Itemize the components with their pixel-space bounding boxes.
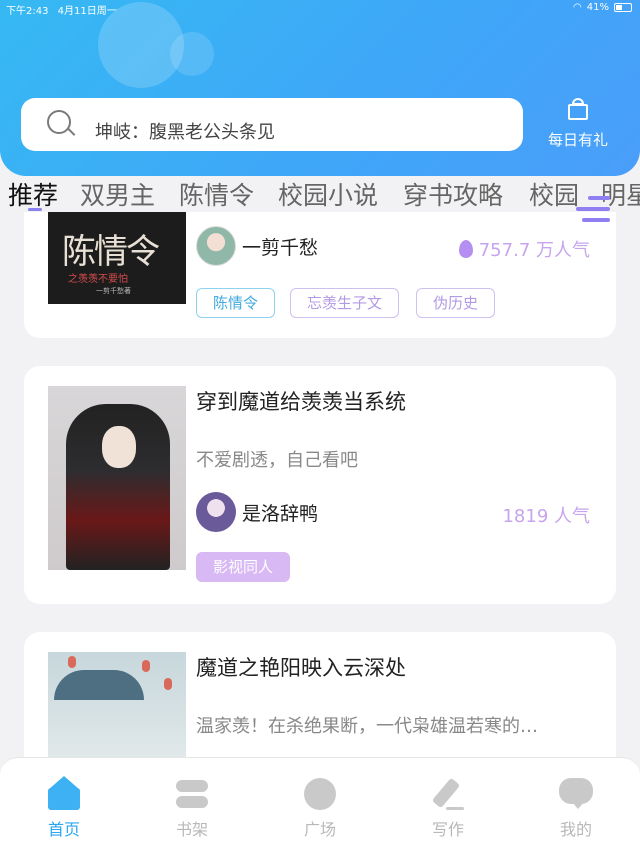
cover-title: 陈情令: [62, 232, 160, 272]
popularity: 1819 人气: [502, 502, 590, 528]
nav-home[interactable]: 首页: [24, 776, 104, 840]
tab-transmigration[interactable]: 穿书攻略: [403, 176, 503, 212]
nav-bookshelf[interactable]: 书架: [152, 776, 232, 840]
nav-square[interactable]: 广场: [280, 776, 360, 840]
battery-icon: [614, 3, 632, 12]
tag[interactable]: 陈情令: [196, 288, 276, 318]
menu-icon[interactable]: [576, 190, 610, 228]
battery-percent: 41%: [586, 2, 609, 13]
bookshelf-icon: [174, 776, 210, 812]
nav-label: 广场: [303, 820, 336, 839]
decor-bubble: [170, 32, 214, 76]
tab-campus[interactable]: 校园: [529, 176, 579, 212]
gift-icon: [567, 98, 589, 120]
book-author[interactable]: 一剪千愁: [196, 226, 318, 266]
tag[interactable]: 影视同人: [196, 552, 291, 582]
status-time: 下午2:43: [6, 6, 49, 17]
nav-label: 我的: [559, 820, 592, 839]
home-icon: [46, 776, 82, 812]
tab-chenqingling[interactable]: 陈情令: [179, 176, 254, 212]
book-title: 穿到魔道给羡羡当系统: [196, 390, 406, 414]
active-tab-indicator: [28, 208, 42, 211]
tab-recommend[interactable]: 推荐: [8, 176, 58, 212]
status-bar: 下午2:43 4月11日周一 ◠ 41%: [0, 0, 640, 17]
tag[interactable]: 伪历史: [416, 288, 496, 318]
popularity: 757.7 万人气: [458, 236, 590, 262]
popularity-value: 1819 人气: [502, 506, 590, 527]
avatar: [196, 226, 236, 266]
nav-write[interactable]: 写作: [408, 776, 488, 840]
daily-gift-button[interactable]: 每日有礼: [536, 98, 620, 154]
bottom-nav: 首页 书架 广场 写作 我的: [0, 757, 640, 853]
pen-icon: [430, 776, 466, 812]
search-icon: [47, 109, 77, 140]
popularity-value: 757.7 万人气: [478, 240, 590, 261]
book-description: 不爱剧透，自己看吧: [196, 450, 358, 471]
book-title: 魔道之艳阳映入云深处: [196, 656, 406, 680]
tab-double-male[interactable]: 双男主: [80, 176, 155, 212]
book-card[interactable]: 陈情令 之羡羡不要怕 一剪千愁著 一剪千愁 757.7 万人气 陈情令 忘羡生子…: [24, 196, 616, 338]
book-description: 温家羡！在杀绝果断，一代枭雄温若寒的…: [196, 716, 538, 737]
book-author[interactable]: 是洛辞鸭: [196, 492, 318, 532]
status-right: ◠ 41%: [573, 2, 632, 13]
nav-label: 写作: [431, 820, 464, 839]
tab-campus-novel[interactable]: 校园小说: [278, 176, 378, 212]
planet-icon: [302, 776, 338, 812]
search-bar[interactable]: 坤岐：腹黑老公头条见: [21, 98, 523, 151]
book-card[interactable]: 穿到魔道给羡羡当系统 不爱剧透，自己看吧 是洛辞鸭 1819 人气 影视同人: [24, 366, 616, 604]
avatar: [196, 492, 236, 532]
nav-label: 首页: [47, 820, 80, 839]
tag[interactable]: 忘羡生子文: [290, 288, 400, 318]
daily-gift-label: 每日有礼: [547, 131, 608, 149]
search-placeholder: 坤岐：腹黑老公头条见: [95, 121, 275, 143]
book-cover: 陈情令 之羡羡不要怕 一剪千愁著: [48, 212, 186, 304]
chat-icon: [558, 776, 594, 812]
cover-author: 一剪千愁著: [96, 287, 131, 295]
nav-label: 书架: [175, 820, 208, 839]
wifi-icon: ◠: [573, 2, 582, 13]
category-tabs: 推荐 双男主 陈情令 校园小说 穿书攻略 校园 明星: [0, 172, 640, 212]
book-cover: [48, 386, 186, 570]
status-date: 4月11日周一: [57, 6, 117, 17]
author-name: 一剪千愁: [242, 236, 319, 259]
nav-mine[interactable]: 我的: [536, 776, 616, 840]
status-time-date: 下午2:43 4月11日周一: [6, 2, 117, 17]
flame-icon: [458, 240, 473, 258]
author-name: 是洛辞鸭: [242, 502, 319, 525]
cover-subtitle: 之羡羡不要怕: [68, 274, 128, 285]
